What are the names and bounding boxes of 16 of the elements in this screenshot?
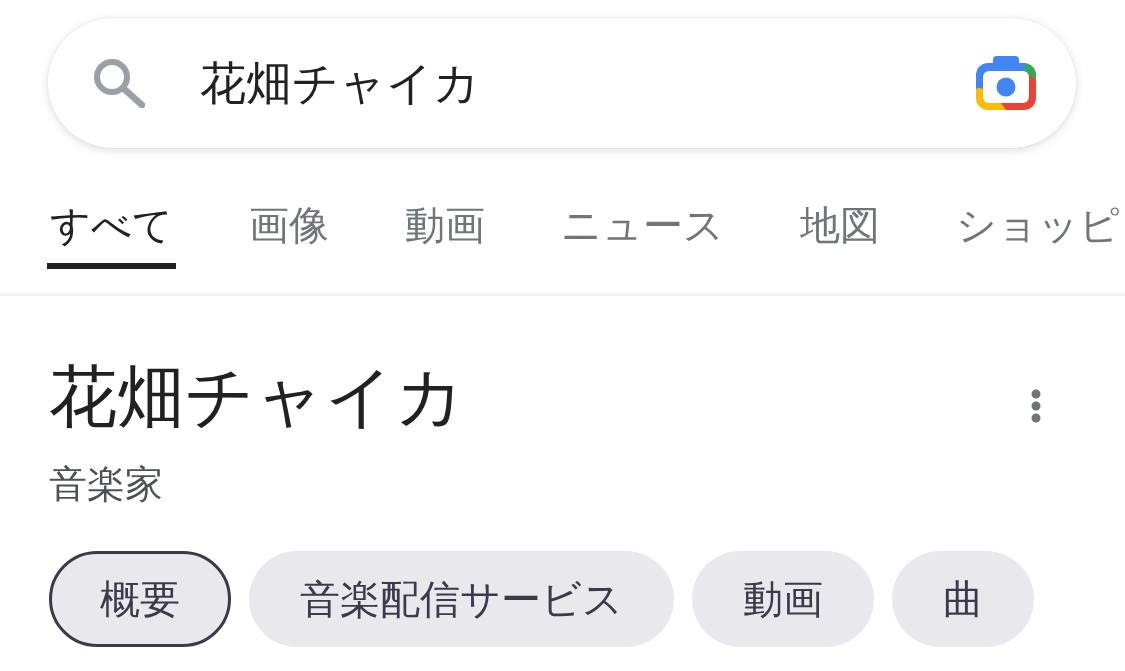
search-icon[interactable] [92,58,145,108]
camera-icon[interactable] [976,56,1036,110]
tab[interactable]: 動画 [402,189,488,269]
tab[interactable]: 画像 [246,189,332,269]
entity-subtitle: 音楽家 [49,461,164,507]
filter-chip[interactable]: 音楽配信サービス [249,551,674,647]
tab[interactable]: ショッピ [953,189,1123,269]
filter-chip[interactable]: 曲 [892,551,1034,647]
tab[interactable]: すべて [47,189,176,269]
search-field[interactable]: 花畑チャイカ [200,51,976,115]
filter-chip[interactable]: 概要 [49,551,231,647]
tab[interactable]: ニュース [558,189,727,269]
more-options-icon[interactable] [1030,388,1042,424]
tab[interactable]: 地図 [797,189,883,269]
entity-title: 花畑チャイカ [49,356,465,438]
filter-chip[interactable]: 動画 [692,551,874,647]
